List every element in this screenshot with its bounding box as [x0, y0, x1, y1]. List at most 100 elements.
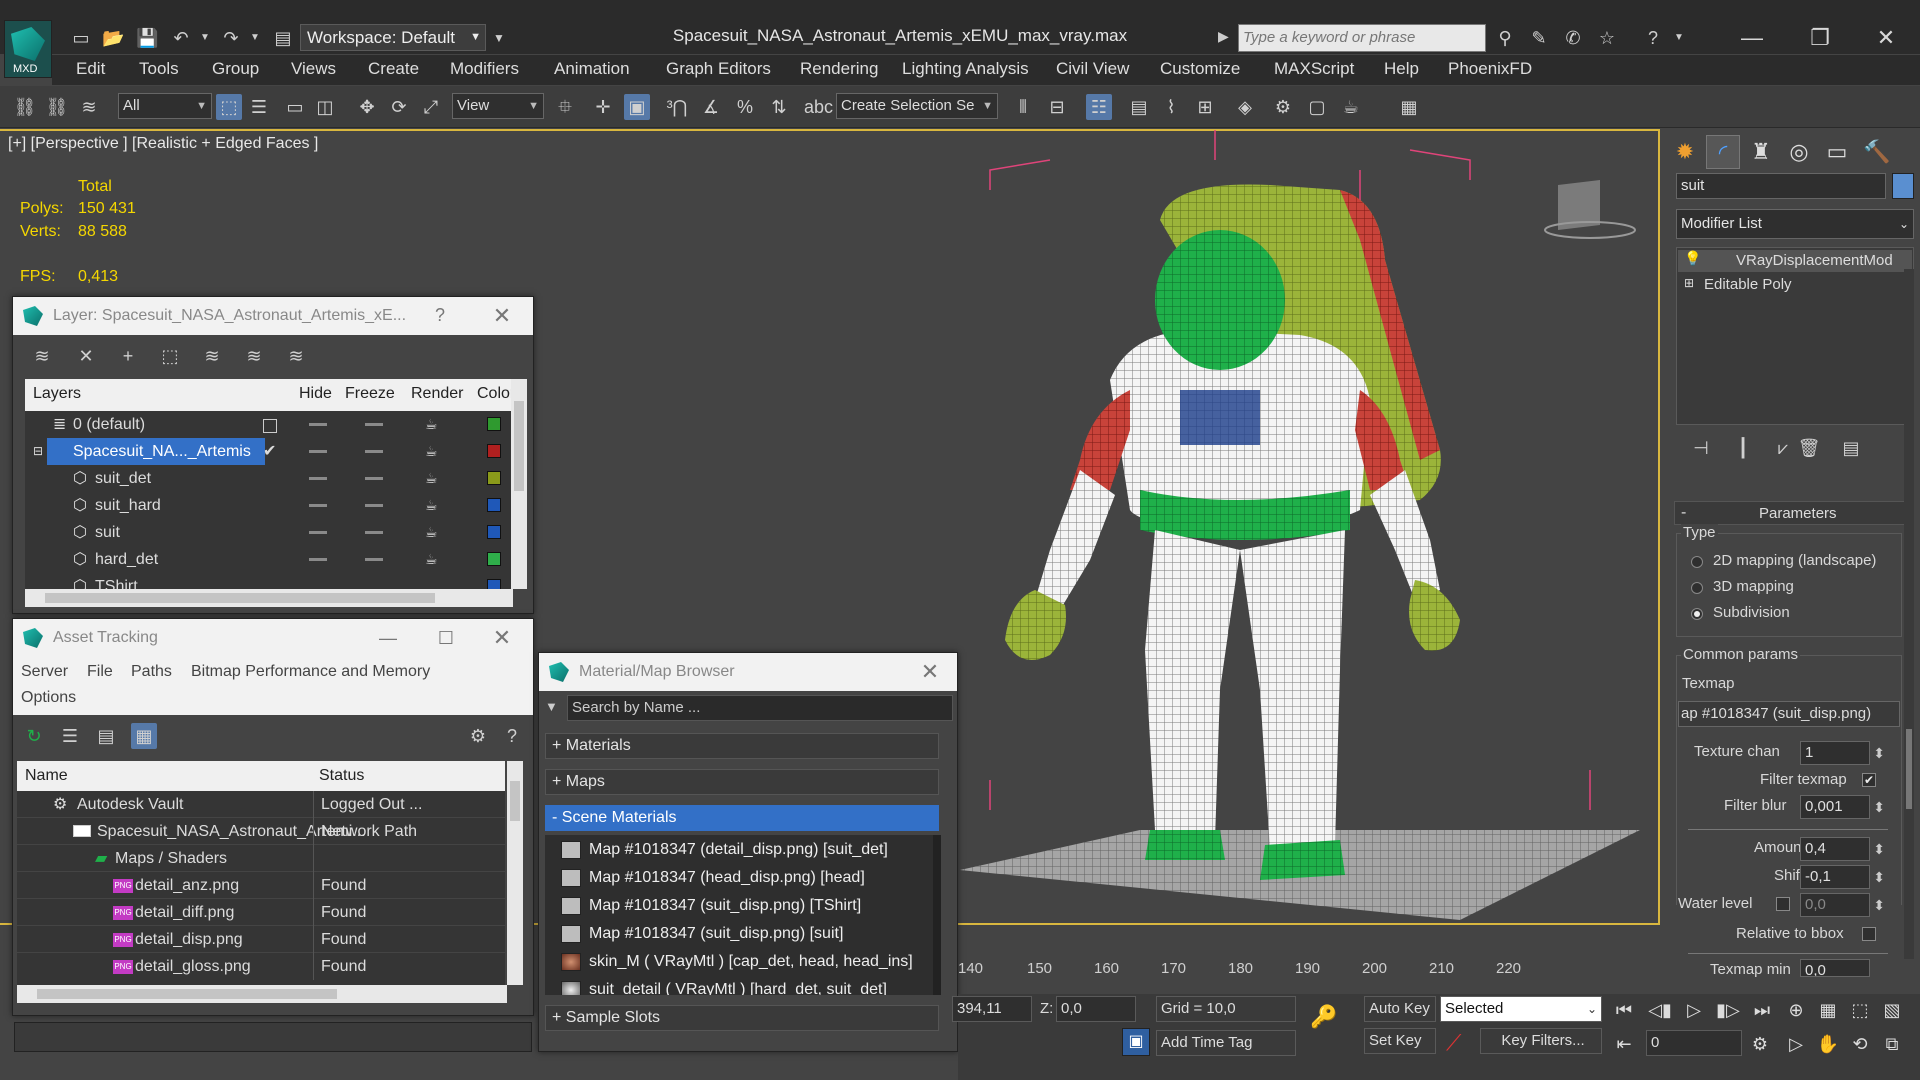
menu-paths[interactable]: Paths — [131, 663, 172, 681]
viewcube[interactable] — [1544, 180, 1636, 239]
highlight-layer-icon[interactable]: ≋ — [199, 343, 225, 369]
spinner-snap-icon[interactable]: ⇅ — [766, 94, 792, 120]
col-layers[interactable]: Layers — [33, 379, 81, 409]
teapot-render-icon[interactable]: ☕ — [425, 546, 438, 573]
favorites-star-icon[interactable]: ☆ — [1596, 27, 1618, 49]
menu-server[interactable]: Server — [21, 663, 68, 681]
workspace-selector[interactable]: Workspace: Default ▼ — [300, 24, 486, 51]
render-setup-icon[interactable]: ⚙ — [1270, 94, 1296, 120]
material-list-scrollbar[interactable] — [933, 835, 941, 995]
layer-row-spacesuit[interactable]: ⊟ ≣ Spacesuit_NA..._Artemis ✔ ☕ — [25, 438, 513, 465]
maximize-viewport-icon[interactable]: ⧉ — [1878, 1030, 1906, 1058]
freeze-toggle[interactable] — [365, 477, 383, 480]
orbit-icon[interactable]: ⟲ — [1846, 1030, 1874, 1058]
zoom-extents-all-icon[interactable]: ▧ — [1878, 996, 1906, 1024]
layers-create-icon[interactable]: ≋ — [29, 343, 55, 369]
app-logo-button[interactable]: MXD — [4, 20, 52, 78]
scale-icon[interactable]: ⤢ — [418, 94, 444, 120]
menu-file[interactable]: File — [87, 663, 113, 681]
selection-filter-dropdown[interactable]: All ▼ — [118, 93, 212, 119]
hide-toggle[interactable] — [309, 531, 327, 534]
hierarchy-tab-icon[interactable]: ♜ — [1744, 135, 1778, 169]
zoom-all-icon[interactable]: ▦ — [1814, 996, 1842, 1024]
stack-item-vray[interactable]: 💡 VRayDisplacementMod — [1678, 250, 1912, 272]
delete-layer-icon[interactable]: ✕ — [73, 343, 99, 369]
teapot-render-icon[interactable]: ☕ — [425, 465, 438, 492]
close-icon[interactable]: ✕ — [915, 653, 945, 691]
col-status[interactable]: Status — [319, 761, 364, 791]
filter-texmap-checkbox[interactable]: ✔ — [1862, 773, 1876, 787]
asset-row[interactable]: PNG detail_gloss.png Found — [17, 953, 505, 980]
rect-selection-icon[interactable]: ▭ — [282, 94, 308, 120]
current-frame-field[interactable]: 0 — [1646, 1030, 1742, 1056]
menu-group[interactable]: Group — [212, 59, 259, 79]
help-dropdown-icon[interactable]: ▼ — [1668, 27, 1690, 49]
hide-all-layers-icon[interactable]: ≋ — [241, 343, 267, 369]
restore-button[interactable]: ❐ — [1800, 24, 1840, 52]
viewport-label[interactable]: [+] [Perspective ] [Realistic + Edged Fa… — [8, 135, 318, 153]
field-of-view-icon[interactable]: ▷ — [1782, 1030, 1810, 1058]
menu-tools[interactable]: Tools — [139, 59, 179, 79]
help-icon[interactable]: ? — [499, 723, 525, 749]
go-to-start-icon[interactable]: ⏮ — [1610, 996, 1638, 1024]
time-config-icon[interactable]: ⚙ — [1746, 1030, 1774, 1058]
percent-snap-icon[interactable]: % — [732, 94, 758, 120]
render-production-icon[interactable]: ☕ — [1338, 94, 1364, 120]
menu-views[interactable]: Views — [291, 59, 336, 79]
key-mode-icon[interactable]: ⇤ — [1610, 1030, 1638, 1058]
minimize-button[interactable]: — — [1732, 24, 1772, 52]
save-icon[interactable]: 💾 — [136, 27, 158, 49]
unlink-icon[interactable]: ⛓ — [44, 94, 70, 120]
create-tab-sun-icon[interactable]: ✹ — [1668, 135, 1702, 169]
relative-bbox-checkbox[interactable] — [1862, 927, 1876, 941]
menu-civil-view[interactable]: Civil View — [1056, 59, 1129, 79]
asset-row[interactable]: PNG detail_diff.png Found — [17, 899, 505, 926]
layer-horizontal-scrollbar[interactable] — [25, 589, 513, 607]
freeze-toggle[interactable] — [365, 423, 383, 426]
select-manipulate-icon[interactable]: ✛ — [590, 94, 616, 120]
tree-view-icon[interactable]: ▤ — [93, 723, 119, 749]
col-color[interactable]: Color — [477, 379, 515, 409]
hide-toggle[interactable] — [309, 450, 327, 453]
texmap-min-spinner[interactable]: 0,0 — [1800, 959, 1870, 977]
asset-row[interactable]: PNG detail_anz.png Found — [17, 872, 505, 899]
edit-named-selection-icon[interactable]: abc — [804, 94, 833, 120]
new-file-icon[interactable]: ▭ — [70, 27, 92, 49]
help-icon[interactable]: ? — [435, 305, 445, 326]
freeze-toggle[interactable] — [365, 504, 383, 507]
shift-spinner[interactable]: -0,1 — [1800, 865, 1885, 889]
col-render[interactable]: Render — [411, 379, 463, 409]
layer-dialog-titlebar[interactable]: Layer: Spacesuit_NASA_Astronaut_Artemis_… — [13, 297, 533, 335]
align-icon[interactable]: ⊟ — [1044, 94, 1070, 120]
radio-subdivision-label[interactable]: Subdivision — [1713, 604, 1790, 621]
add-to-layer-icon[interactable]: + — [115, 343, 141, 369]
tools-icon[interactable]: ✎ — [1528, 27, 1550, 49]
viewport-layouts-icon[interactable]: ▦ — [1396, 94, 1422, 120]
redo-icon[interactable]: ↷ — [220, 27, 242, 49]
object-color-swatch[interactable] — [487, 525, 501, 539]
redo-dropdown-icon[interactable]: ▼ — [244, 27, 266, 49]
maximize-icon[interactable]: ☐ — [431, 619, 461, 657]
radio-subdivision[interactable] — [1691, 608, 1703, 620]
utilities-tab-icon[interactable]: 🔨 — [1860, 135, 1894, 169]
close-window-button[interactable]: ✕ — [1866, 24, 1906, 52]
key-set-dropdown[interactable]: Selected ⌄ — [1440, 996, 1602, 1022]
select-by-name-icon[interactable]: ☰ — [246, 94, 272, 120]
group-sample-slots[interactable]: + Sample Slots — [545, 1005, 939, 1031]
time-tag-icon[interactable]: ▣ — [1122, 1028, 1150, 1056]
configure-sets-icon[interactable]: ▤ — [1838, 435, 1864, 461]
group-maps[interactable]: + Maps — [545, 769, 939, 795]
modifier-list-dropdown[interactable]: Modifier List ⌄ — [1676, 209, 1914, 239]
teapot-render-icon[interactable]: ☕ — [425, 492, 438, 519]
expand-search-icon[interactable]: ▶ — [1218, 28, 1229, 45]
key-filters-button[interactable]: Key Filters... — [1480, 1028, 1602, 1054]
material-item[interactable]: Map #1018347 (head_disp.png) [head] — [555, 865, 939, 891]
zoom-extents-icon[interactable]: ⬚ — [1846, 996, 1874, 1024]
material-item[interactable]: skin_M ( VRayMtl ) [cap_det, head, head_… — [555, 949, 939, 975]
menu-edit[interactable]: Edit — [76, 59, 105, 79]
menu-bitmap-performance[interactable]: Bitmap Performance and Memory — [191, 663, 430, 681]
mirror-icon[interactable]: ⫴ — [1010, 94, 1036, 120]
search-options-icon[interactable]: ▼ — [545, 699, 558, 714]
asset-vertical-scrollbar[interactable] — [507, 761, 523, 985]
keyboard-shortcut-override-icon[interactable]: ▣ — [624, 94, 650, 120]
